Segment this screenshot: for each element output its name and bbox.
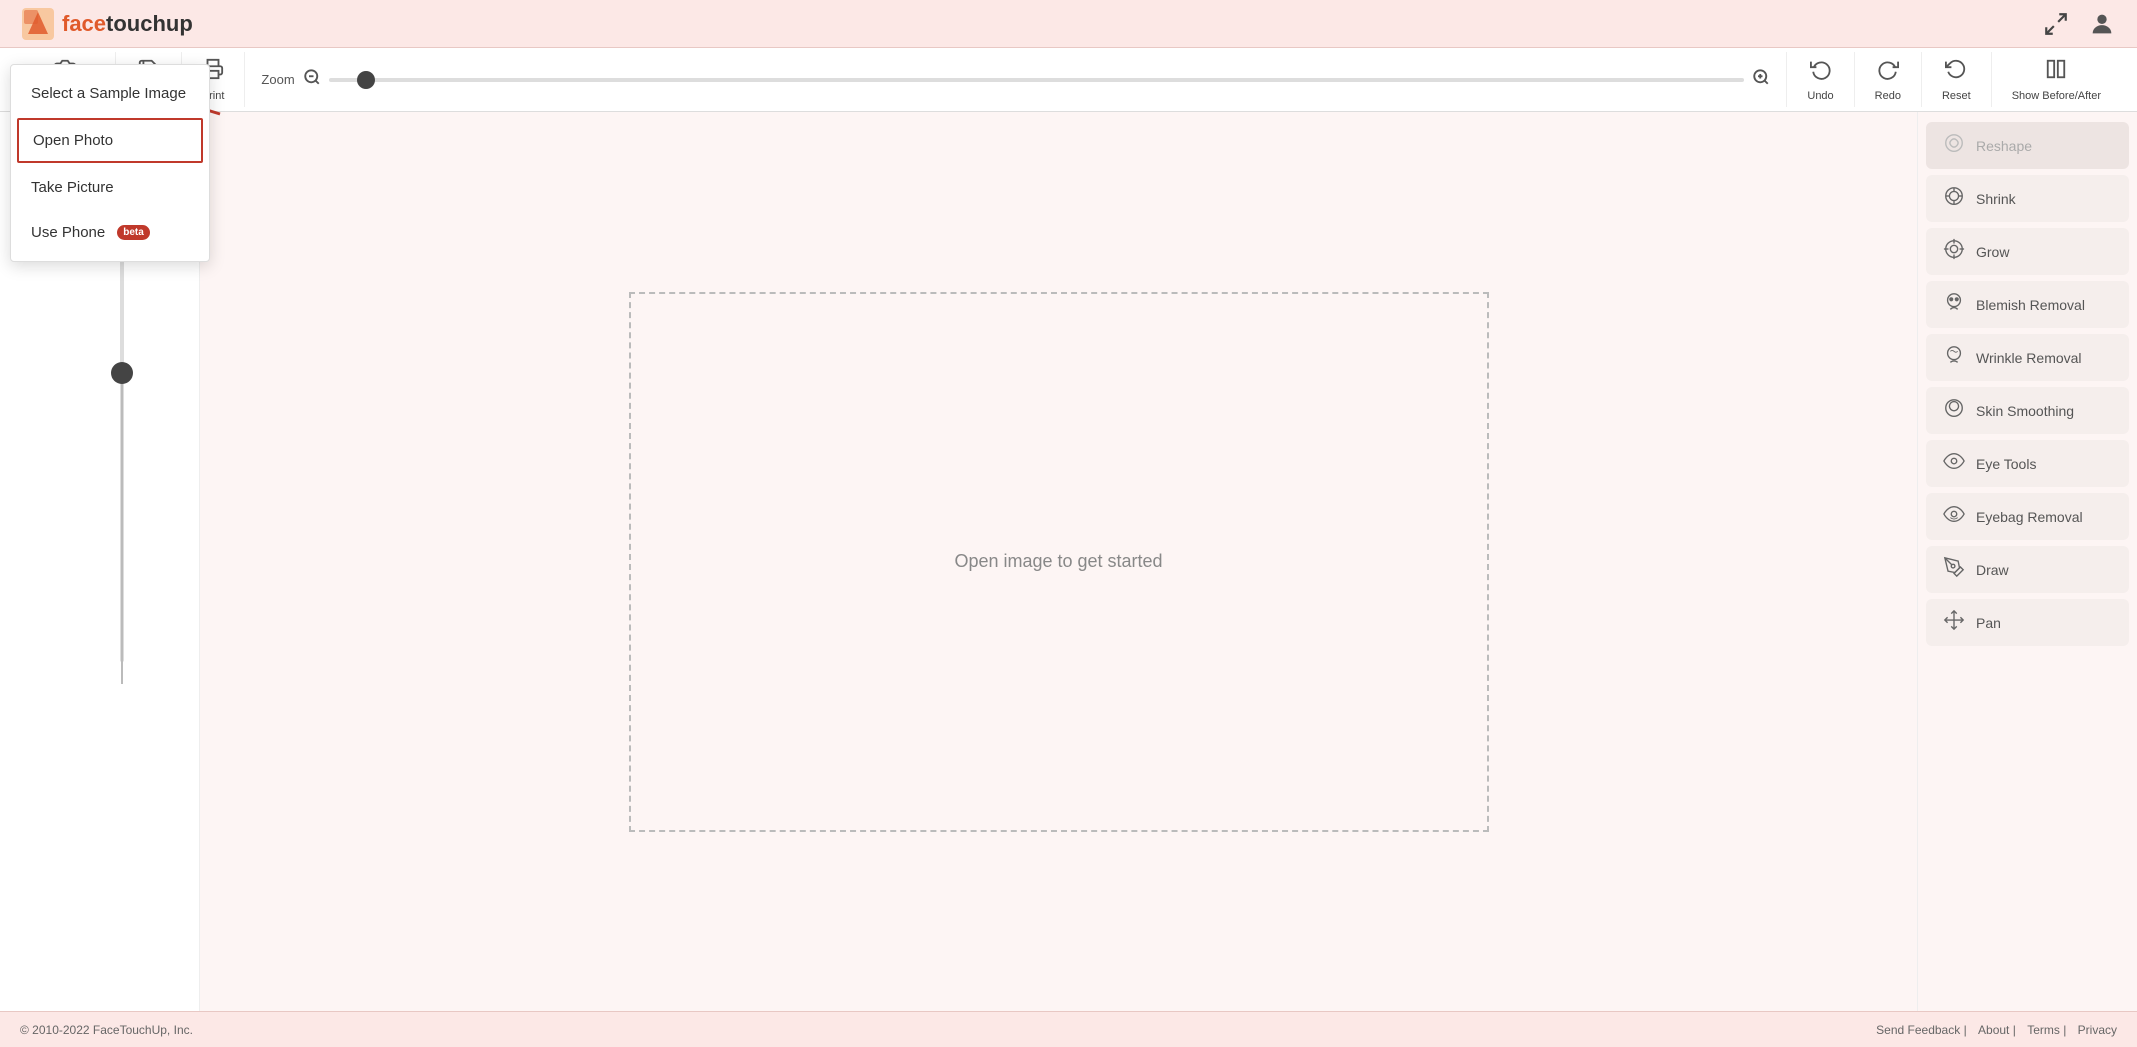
shrink-icon — [1942, 185, 1966, 212]
skin-smoothing-icon — [1942, 397, 1966, 424]
use-phone-label: Use Phone — [31, 224, 105, 241]
before-after-icon — [2045, 58, 2067, 86]
grow-icon — [1942, 238, 1966, 265]
tool-shrink[interactable]: Shrink — [1926, 175, 2129, 222]
footer-links: Send Feedback | About | Terms | Privacy — [1868, 1023, 2117, 1037]
undo-button[interactable]: Undo — [1787, 52, 1854, 107]
right-panel: Reshape Shrink — [1917, 112, 2137, 1011]
redo-button[interactable]: Redo — [1855, 52, 1922, 107]
open-photo-item[interactable]: Open Photo — [17, 118, 203, 163]
tool-draw[interactable]: Draw — [1926, 546, 2129, 593]
wrinkle-removal-label: Wrinkle Removal — [1976, 350, 2082, 366]
beta-badge: beta — [117, 225, 150, 240]
zoom-thumb[interactable] — [357, 71, 375, 89]
tool-blemish-removal[interactable]: Blemish Removal — [1926, 281, 2129, 328]
open-photo-label: Open Photo — [33, 132, 113, 149]
tool-skin-smoothing[interactable]: Skin Smoothing — [1926, 387, 2129, 434]
undo-icon — [1810, 58, 1832, 86]
zoom-in-button[interactable] — [1752, 68, 1770, 91]
wrinkle-removal-icon — [1942, 344, 1966, 371]
zoom-out-button[interactable] — [303, 68, 321, 91]
tool-grow[interactable]: Grow — [1926, 228, 2129, 275]
slider-thumb[interactable] — [111, 362, 133, 384]
draw-label: Draw — [1976, 562, 2009, 578]
redo-icon — [1877, 58, 1899, 86]
eye-tools-icon — [1942, 450, 1966, 477]
undo-label: Undo — [1807, 90, 1833, 102]
tool-pan[interactable]: Pan — [1926, 599, 2129, 646]
toolbar: Open Photo Save Print Zoom — [0, 48, 2137, 112]
skin-smoothing-label: Skin Smoothing — [1976, 403, 2074, 419]
before-after-label: Show Before/After — [2012, 90, 2101, 102]
top-header: facetouchup — [0, 0, 2137, 48]
reset-button[interactable]: Reset — [1922, 52, 1992, 107]
zoom-control: Zoom — [245, 52, 1787, 107]
open-photo-dropdown: Select a Sample Image Open Photo Take Pi… — [10, 112, 210, 262]
eye-tools-label: Eye Tools — [1976, 456, 2036, 472]
tool-eye-tools[interactable]: Eye Tools — [1926, 440, 2129, 487]
tool-reshape[interactable]: Reshape — [1926, 122, 2129, 169]
reshape-label: Reshape — [1976, 138, 2032, 154]
take-picture-item[interactable]: Take Picture — [11, 165, 209, 210]
about-link[interactable]: About — [1978, 1023, 2009, 1037]
eyebag-removal-icon — [1942, 503, 1966, 530]
tool-eyebag-removal[interactable]: Eyebag Removal — [1926, 493, 2129, 540]
canvas-placeholder: Open image to get started — [629, 292, 1489, 832]
select-sample-item[interactable]: Select a Sample Image — [11, 112, 209, 116]
pan-icon — [1942, 609, 1966, 636]
header-right — [2041, 9, 2117, 39]
grow-label: Grow — [1976, 244, 2009, 260]
zoom-label: Zoom — [261, 72, 294, 87]
footer: © 2010-2022 FaceTouchUp, Inc. Send Feedb… — [0, 1011, 2137, 1047]
blemish-removal-icon — [1942, 291, 1966, 318]
pan-label: Pan — [1976, 615, 2001, 631]
canvas-placeholder-text: Open image to get started — [954, 551, 1162, 572]
footer-copyright: © 2010-2022 FaceTouchUp, Inc. — [20, 1023, 193, 1037]
canvas-area: Open image to get started — [200, 112, 1917, 1011]
user-account-icon[interactable] — [2087, 9, 2117, 39]
fullscreen-icon[interactable] — [2041, 9, 2071, 39]
tool-wrinkle-removal[interactable]: Wrinkle Removal — [1926, 334, 2129, 381]
zoom-slider[interactable] — [329, 78, 1745, 82]
logo-text: facetouchup — [62, 11, 193, 37]
privacy-link[interactable]: Privacy — [2078, 1023, 2117, 1037]
redo-label: Redo — [1875, 90, 1901, 102]
reshape-icon — [1942, 132, 1966, 159]
shrink-label: Shrink — [1976, 191, 2016, 207]
reset-label: Reset — [1942, 90, 1971, 102]
logo-icon — [20, 6, 56, 42]
slider-track-lower — [121, 384, 123, 684]
blemish-removal-label: Blemish Removal — [1976, 297, 2085, 313]
use-phone-item[interactable]: Use Phone beta — [11, 210, 209, 255]
reset-icon — [1945, 58, 1967, 86]
send-feedback-link[interactable]: Send Feedback — [1876, 1023, 1960, 1037]
terms-link[interactable]: Terms — [2027, 1023, 2060, 1037]
main-content: Select a Sample Image Open Photo Take Pi… — [0, 112, 2137, 1011]
take-picture-label: Take Picture — [31, 179, 114, 196]
draw-icon — [1942, 556, 1966, 583]
logo: facetouchup — [20, 6, 193, 42]
eyebag-removal-label: Eyebag Removal — [1976, 509, 2083, 525]
show-before-after-button[interactable]: Show Before/After — [1992, 52, 2121, 107]
